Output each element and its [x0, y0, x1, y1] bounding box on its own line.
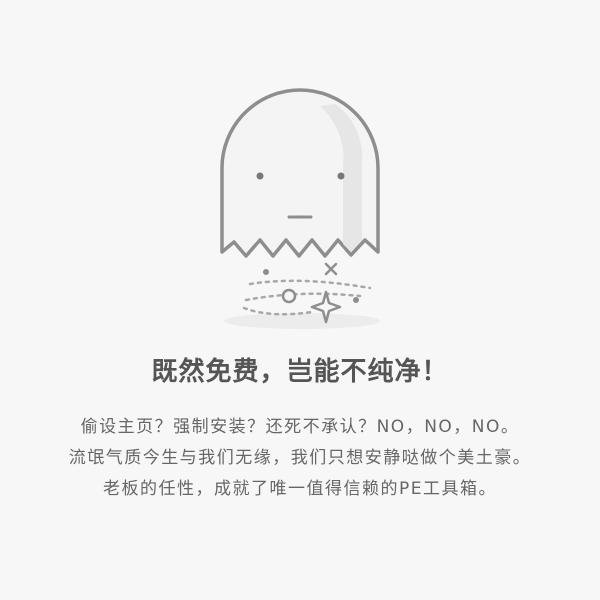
empty-state-description: 偷设主页？强制安装？还死不承认？NO，NO，NO。 流氓气质今生与我们无缘，我们… [0, 412, 600, 505]
sparkle-cross-icon [324, 262, 338, 276]
ghost-icon [220, 88, 380, 329]
description-line: 老板的任性，成就了唯一值得信赖的PE工具箱。 [103, 479, 497, 499]
description-line: 流氓气质今生与我们无缘，我们只想安静哒做个美土豪。 [68, 448, 532, 468]
empty-state-page: 既然免费，岂能不纯净！ 偷设主页？强制安装？还死不承认？NO，NO，NO。 流氓… [0, 0, 600, 600]
sparkle-ring [281, 288, 297, 304]
dashed-orbit-top [248, 279, 372, 290]
empty-state-headline: 既然免费，岂能不纯净！ [151, 357, 449, 387]
dashed-orbit-bottom [242, 306, 314, 316]
ghost-shadow [224, 313, 380, 329]
ghost-right-eye [337, 172, 345, 180]
ghost-left-eye [256, 172, 264, 180]
sparkle-dot [263, 269, 269, 275]
sparkle-dot-right [353, 297, 359, 303]
description-line: 偷设主页？强制安装？还死不承认？NO，NO，NO。 [80, 417, 520, 437]
dashed-orbit-middle [244, 292, 362, 302]
